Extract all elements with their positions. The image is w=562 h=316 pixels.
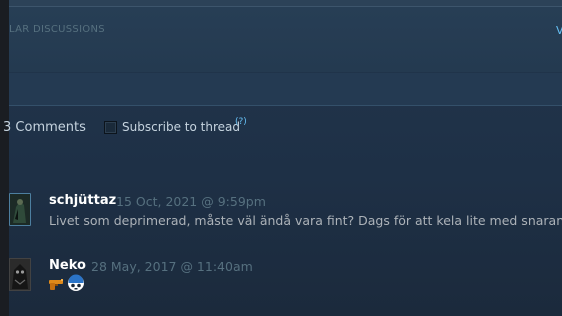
subscribe-toggle[interactable]: Subscribe to thread [104, 120, 240, 134]
skull-helmet-emote-icon [67, 274, 85, 296]
discussions-view-all-link[interactable]: V [556, 24, 562, 37]
subscribe-checkbox[interactable] [104, 120, 117, 134]
comments-count-number: 3 [3, 120, 12, 135]
commenter-avatar[interactable] [9, 258, 31, 291]
discussions-title: LAR DISCUSSIONS [9, 24, 105, 35]
comments-count-label: Comments [15, 120, 86, 135]
comment-text: Livet som deprimerad, måste väl ändå var… [49, 213, 562, 228]
pistol-emote-icon [48, 276, 66, 295]
subscribe-label[interactable]: Subscribe to thread [122, 120, 240, 134]
comment-author[interactable]: Neko [49, 258, 86, 273]
comment-author[interactable]: schjüttaz [49, 193, 116, 208]
comment-timestamp: 28 May, 2017 @ 11:40am [91, 259, 253, 274]
section-divider-band [9, 73, 562, 106]
top-divider-bar [9, 0, 562, 7]
left-edge-strip [0, 0, 9, 316]
comments-count: 3 Comments [3, 120, 86, 135]
commenter-avatar[interactable] [9, 193, 31, 226]
comment-timestamp: 15 Oct, 2021 @ 9:59pm [116, 194, 266, 209]
discussions-header: LAR DISCUSSIONS V [9, 7, 562, 72]
subscribe-help-link[interactable]: (?) [235, 117, 247, 127]
